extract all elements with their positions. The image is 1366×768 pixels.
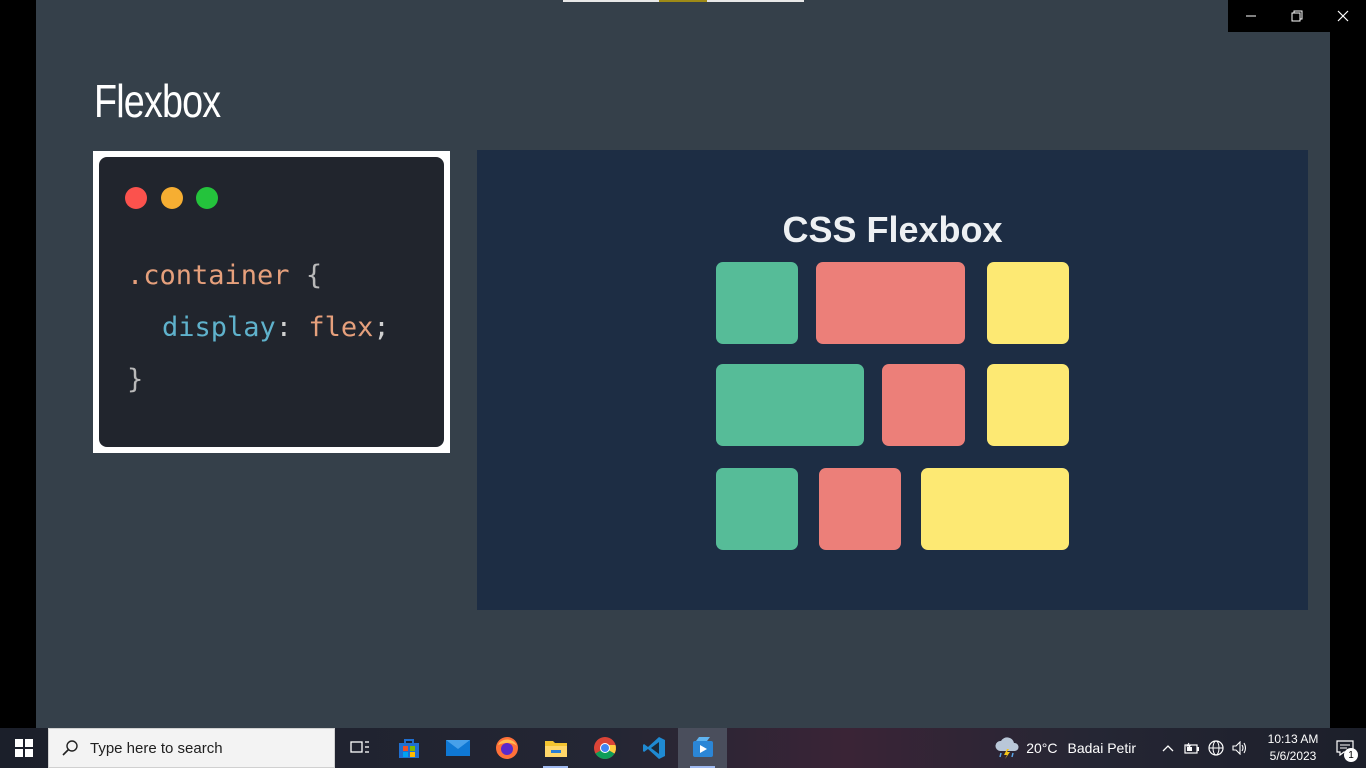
mail-icon <box>445 740 470 756</box>
code-image: .container { display: flex; } <box>93 151 450 453</box>
flex-item-green <box>716 262 798 344</box>
minimize-icon <box>1246 15 1256 17</box>
code-line-1: .container { <box>127 260 322 291</box>
chrome-icon <box>593 737 616 759</box>
flex-item-red <box>816 262 965 344</box>
restore-icon <box>1291 10 1303 22</box>
chevron-up-icon <box>1162 745 1174 752</box>
code-window: .container { display: flex; } <box>99 157 444 447</box>
code-selector: .container <box>127 260 290 291</box>
code-property: display <box>162 312 276 343</box>
minimize-button[interactable] <box>1228 0 1274 32</box>
code-colon: : <box>275 312 309 343</box>
code-open-brace: { <box>289 260 323 291</box>
chrome-button[interactable] <box>580 728 629 768</box>
close-button[interactable] <box>1320 0 1366 32</box>
flex-item-yellow <box>921 468 1069 550</box>
taskbar: Type here to search 20°C Badai Petir 10:… <box>0 728 1366 768</box>
close-icon <box>1337 10 1349 22</box>
flex-item-green <box>716 364 864 446</box>
flex-item-red <box>882 364 965 446</box>
weather-description: Badai Petir <box>1067 740 1136 756</box>
notification-center-button[interactable]: 1 <box>1324 728 1366 768</box>
window-controls <box>1228 0 1366 32</box>
green-dot-icon <box>196 187 218 209</box>
code-line-2: display: flex; <box>162 312 390 343</box>
speaker-icon <box>1232 741 1247 755</box>
flex-item-yellow <box>987 262 1069 344</box>
globe-network-icon <box>1208 740 1224 756</box>
network-button[interactable] <box>1204 728 1228 768</box>
red-dot-icon <box>125 187 147 209</box>
search-icon <box>62 740 78 756</box>
weather-temperature: 20°C <box>1026 740 1058 756</box>
vscode-icon <box>642 737 665 759</box>
task-view-icon <box>349 741 369 753</box>
media-player-button[interactable] <box>678 728 727 768</box>
taskbar-search[interactable]: Type here to search <box>48 728 335 768</box>
code-value: flex <box>308 312 374 343</box>
restore-button[interactable] <box>1274 0 1320 32</box>
file-explorer-icon <box>544 741 567 757</box>
mail-button[interactable] <box>433 728 482 768</box>
show-hidden-icons-button[interactable] <box>1156 728 1180 768</box>
search-placeholder: Type here to search <box>90 739 223 757</box>
media-player-icon <box>692 737 713 757</box>
firefox-icon <box>495 737 518 759</box>
microsoft-store-icon <box>398 739 419 758</box>
clock[interactable]: 10:13 AM 5/6/2023 <box>1262 731 1324 765</box>
code-close-brace: } <box>127 364 144 395</box>
battery-icon <box>1184 742 1199 754</box>
battery-button[interactable] <box>1180 728 1204 768</box>
slide: Flexbox .container { display: flex; } CS… <box>36 0 1330 728</box>
system-tray: 20°C Badai Petir 10:13 AM 5/6/2023 1 <box>994 728 1366 768</box>
weather-widget[interactable]: 20°C Badai Petir <box>994 737 1136 759</box>
start-button[interactable] <box>0 728 48 768</box>
volume-button[interactable] <box>1228 728 1252 768</box>
top-progress-fill <box>659 0 707 2</box>
flexbox-illustration: CSS Flexbox <box>477 150 1308 610</box>
notification-count-badge: 1 <box>1344 748 1358 762</box>
slide-title: Flexbox <box>94 75 221 127</box>
file-explorer-button[interactable] <box>531 728 580 768</box>
yellow-dot-icon <box>161 187 183 209</box>
flex-item-red <box>819 468 901 550</box>
thunderstorm-icon <box>995 737 1019 759</box>
illustration-title: CSS Flexbox <box>782 209 1003 250</box>
task-view-button[interactable] <box>335 728 384 768</box>
code-semicolon: ; <box>373 312 390 343</box>
microsoft-store-button[interactable] <box>384 728 433 768</box>
vscode-button[interactable] <box>629 728 678 768</box>
windows-logo-icon <box>15 739 33 757</box>
top-progress-bar <box>563 0 804 2</box>
flex-item-green <box>716 468 798 550</box>
firefox-button[interactable] <box>482 728 531 768</box>
clock-time: 10:13 AM <box>1267 732 1319 746</box>
flex-item-yellow <box>987 364 1069 446</box>
clock-date: 5/6/2023 <box>1269 749 1317 763</box>
code-line-3: } <box>127 364 143 395</box>
